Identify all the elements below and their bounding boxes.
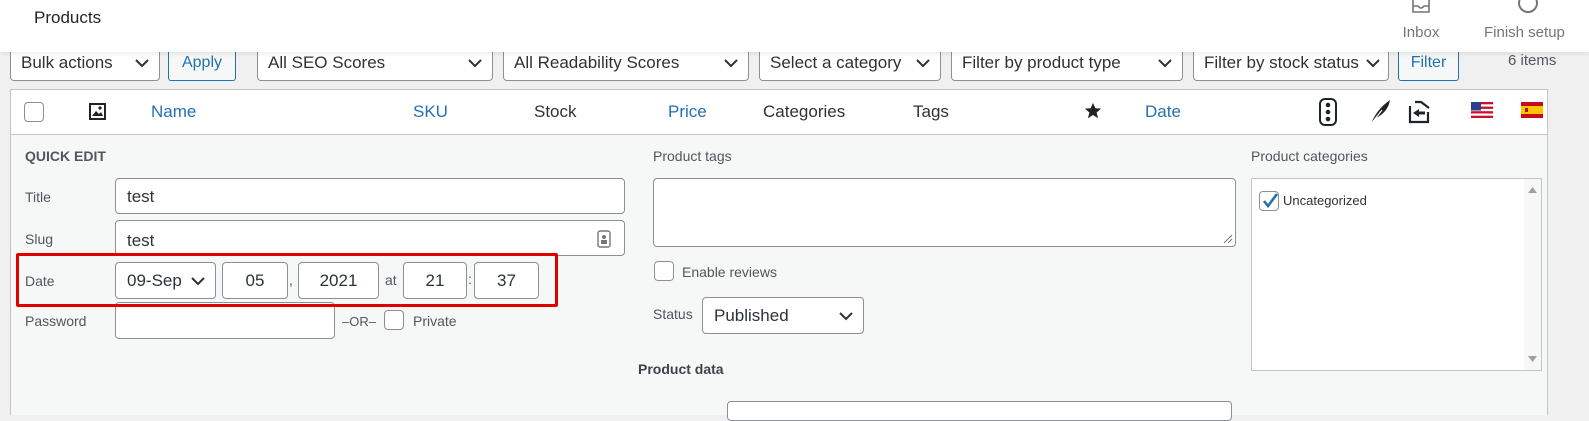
- column-stock: Stock: [534, 102, 577, 121]
- scroll-up-icon[interactable]: [1528, 187, 1537, 193]
- inbox-icon: [1412, 0, 1430, 13]
- product-categories-label: Product categories: [1251, 148, 1368, 164]
- scroll-down-icon[interactable]: [1528, 356, 1537, 362]
- private-checkbox[interactable]: [384, 310, 404, 330]
- image-icon: [89, 103, 106, 120]
- product-categories-list[interactable]: Uncategorized: [1251, 178, 1542, 371]
- product-tags-textarea[interactable]: [653, 178, 1236, 247]
- items-count: 6 items: [1508, 52, 1557, 69]
- column-sku[interactable]: SKU: [413, 102, 448, 122]
- quick-edit-heading: QUICK EDIT: [25, 148, 106, 164]
- seo-scores-value: All SEO Scores: [268, 53, 386, 72]
- status-select[interactable]: Published: [702, 297, 864, 334]
- readability-scores-value: All Readability Scores: [514, 53, 680, 72]
- category-value: Select a category: [770, 53, 902, 72]
- chevron-down-icon: [1366, 59, 1380, 68]
- status-label: Status: [653, 306, 693, 322]
- private-label: Private: [413, 313, 457, 329]
- title-input[interactable]: test: [115, 178, 625, 214]
- column-date[interactable]: Date: [1145, 102, 1181, 122]
- slug-label: Slug: [25, 231, 54, 247]
- bulk-actions-value: Bulk actions: [21, 53, 113, 72]
- product-tags-label: Product tags: [653, 148, 732, 164]
- enable-reviews-checkbox[interactable]: [654, 261, 674, 281]
- table-header: Name SKU Stock Price Categories Tags Dat…: [10, 89, 1548, 135]
- date-highlight-box: [16, 253, 558, 307]
- seo-traffic-light-icon[interactable]: [1318, 98, 1338, 126]
- column-price[interactable]: Price: [668, 102, 707, 122]
- flag-es-icon[interactable]: [1521, 102, 1543, 118]
- select-all-checkbox[interactable]: [24, 102, 44, 122]
- inbox-button[interactable]: Inbox: [1381, 0, 1461, 52]
- inbox-label: Inbox: [1402, 24, 1440, 41]
- chevron-down-icon: [468, 59, 482, 68]
- category-checkbox-uncategorized[interactable]: [1259, 191, 1279, 211]
- category-label-uncategorized: Uncategorized: [1283, 193, 1367, 208]
- product-type-value: Filter by product type: [962, 53, 1121, 72]
- password-input[interactable]: [115, 302, 335, 339]
- resize-handle-icon[interactable]: [1222, 233, 1233, 244]
- password-label: Password: [25, 313, 87, 329]
- checkmark-icon: [1262, 193, 1279, 209]
- column-tags: Tags: [913, 102, 949, 121]
- chevron-down-icon: [724, 59, 738, 68]
- page-title: Products: [34, 8, 102, 27]
- column-categories: Categories: [763, 102, 846, 121]
- slug-input[interactable]: test: [115, 220, 625, 256]
- title-label: Title: [25, 189, 51, 205]
- chevron-down-icon: [916, 59, 930, 68]
- star-icon[interactable]: [1084, 102, 1102, 120]
- top-bar: Products Inbox Finish setup: [0, 0, 1589, 52]
- links-icon[interactable]: [1405, 98, 1433, 126]
- autofill-key-icon[interactable]: [597, 230, 611, 248]
- product-data-heading: Product data: [638, 361, 724, 377]
- flag-us-icon[interactable]: [1471, 102, 1493, 118]
- chevron-down-icon: [1158, 59, 1172, 68]
- finish-setup-label: Finish setup: [1484, 24, 1565, 41]
- column-name[interactable]: Name: [151, 102, 196, 122]
- product-data-field[interactable]: [727, 401, 1232, 421]
- progress-ring-icon: [1518, 0, 1538, 13]
- chevron-down-icon: [135, 59, 149, 68]
- readability-feather-icon[interactable]: [1368, 98, 1392, 126]
- or-label: –OR–: [342, 314, 376, 329]
- status-value: Published: [714, 306, 789, 325]
- categories-scrollbar[interactable]: [1524, 179, 1541, 370]
- finish-setup-button[interactable]: Finish setup: [1484, 0, 1589, 52]
- enable-reviews-label: Enable reviews: [682, 264, 777, 280]
- slug-value: test: [127, 231, 155, 250]
- chevron-down-icon: [839, 312, 853, 321]
- stock-status-value: Filter by stock status: [1204, 53, 1359, 72]
